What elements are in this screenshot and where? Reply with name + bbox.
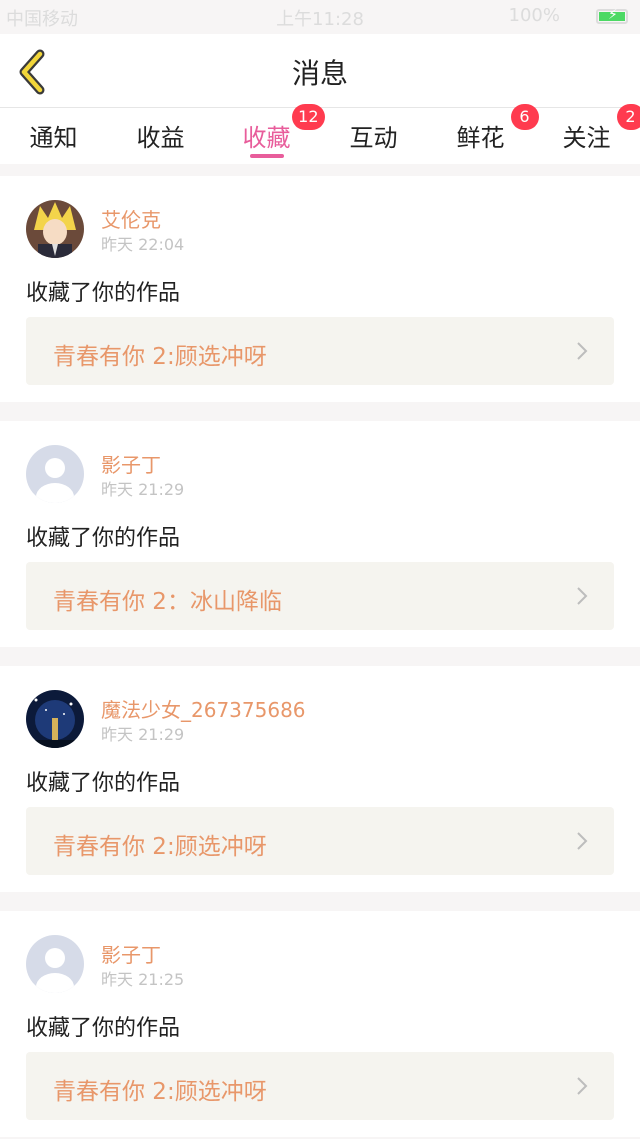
work-title: 青春有你 2:顾选冲呀 <box>53 1079 267 1105</box>
tab-follow[interactable]: 关注 2 <box>533 104 640 160</box>
night-sky-avatar-icon <box>26 690 84 748</box>
active-tab-indicator <box>249 154 284 158</box>
user-name[interactable]: 魔法少女_267375686 <box>101 694 306 723</box>
chevron-right-icon <box>577 1077 588 1095</box>
avatar[interactable] <box>26 690 84 748</box>
list-item: 艾伦克 昨天 22:04 收藏了你的作品 青春有你 2:顾选冲呀 <box>0 176 640 402</box>
user-name[interactable]: 影子丁 <box>101 939 161 968</box>
action-text: 收藏了你的作品 <box>26 526 181 551</box>
tab-label: 收藏 12 <box>243 104 325 153</box>
tab-flowers[interactable]: 鲜花 6 <box>427 104 539 160</box>
list-item: 影子丁 昨天 21:25 收藏了你的作品 青春有你 2:顾选冲呀 <box>0 911 640 1137</box>
chevron-right-icon <box>577 832 588 850</box>
timestamp: 昨天 21:29 <box>101 480 185 499</box>
work-link[interactable]: 青春有你 2:顾选冲呀 <box>26 1052 614 1120</box>
tab-notice[interactable]: 通知 <box>0 112 107 160</box>
action-text: 收藏了你的作品 <box>26 281 181 306</box>
work-title: 青春有你 2:顾选冲呀 <box>53 834 267 860</box>
count-badge: 2 <box>616 104 640 130</box>
work-link[interactable]: 青春有你 2:顾选冲呀 <box>26 807 614 875</box>
user-name[interactable]: 影子丁 <box>101 449 161 478</box>
chevron-right-icon <box>577 342 588 360</box>
work-link[interactable]: 青春有你 2:顾选冲呀 <box>26 317 614 385</box>
default-avatar-icon <box>26 445 84 503</box>
tab-bar: 通知 收益 收藏 12 互动 鲜花 6 关注 2 <box>0 104 640 164</box>
battery-icon: ⚡ <box>596 7 628 24</box>
battery-percent: 100% <box>508 5 560 26</box>
timestamp: 昨天 21:29 <box>101 725 185 744</box>
page-title: 消息 <box>291 57 348 90</box>
tab-label: 收益 <box>136 124 185 152</box>
chevron-right-icon <box>577 587 588 605</box>
avatar[interactable] <box>26 200 84 258</box>
list-item: 魔法少女_267375686 昨天 21:29 收藏了你的作品 青春有你 2:顾… <box>0 666 640 892</box>
default-avatar-icon <box>26 935 84 993</box>
action-text: 收藏了你的作品 <box>26 771 181 796</box>
avatar[interactable] <box>26 935 84 993</box>
tab-label: 通知 <box>29 124 78 152</box>
tab-label: 鲜花 6 <box>457 104 539 153</box>
timestamp: 昨天 21:25 <box>101 970 185 989</box>
work-title: 青春有你 2：冰山降临 <box>53 589 282 615</box>
tab-interaction[interactable]: 互动 <box>320 112 427 160</box>
tab-favorites[interactable]: 收藏 12 <box>213 104 325 160</box>
user-name[interactable]: 艾伦克 <box>101 204 161 233</box>
nav-bar: 消息 <box>0 34 640 108</box>
work-title: 青春有你 2:顾选冲呀 <box>53 344 267 370</box>
avatar[interactable] <box>26 445 84 503</box>
tab-label: 互动 <box>349 124 398 152</box>
work-link[interactable]: 青春有你 2：冰山降临 <box>26 562 614 630</box>
timestamp: 昨天 22:04 <box>101 235 185 254</box>
tab-label: 关注 2 <box>563 104 640 153</box>
anime-avatar-icon <box>26 200 84 258</box>
action-text: 收藏了你的作品 <box>26 1016 181 1041</box>
tab-earnings[interactable]: 收益 <box>107 112 214 160</box>
list-item: 影子丁 昨天 21:29 收藏了你的作品 青春有你 2：冰山降临 <box>0 421 640 647</box>
status-bar: 中国移动 上午11:28 100% ⚡ <box>0 0 640 34</box>
